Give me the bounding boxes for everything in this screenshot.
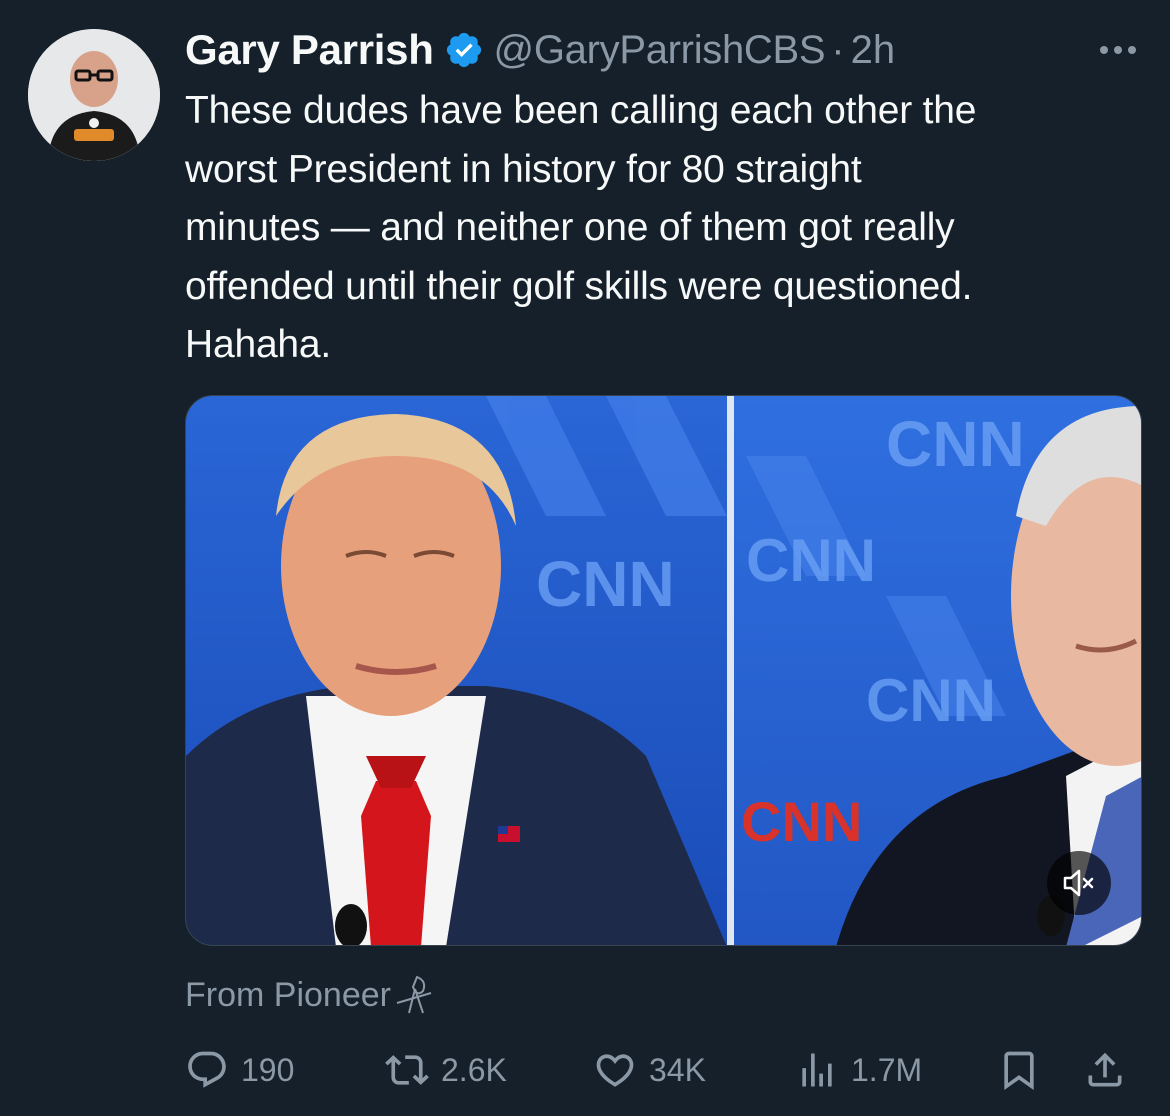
cnn-logo-text: CNN <box>746 527 876 594</box>
video-frame: CNN CNN CNN CNN CNN <box>186 396 1141 945</box>
views-chart-icon <box>802 1053 832 1087</box>
author-name[interactable]: Gary Parrish <box>185 26 434 74</box>
views-button[interactable]: 1.7M <box>795 1048 922 1092</box>
tweet-source[interactable]: From Pioneer <box>185 972 439 1018</box>
bookmark-button[interactable] <box>997 1048 1041 1092</box>
tweet-timestamp[interactable]: 2h <box>851 28 896 73</box>
more-horizontal-icon[interactable] <box>1096 28 1140 72</box>
tweet-video[interactable]: CNN CNN CNN CNN CNN <box>185 395 1142 946</box>
retweet-button[interactable]: 2.6K <box>385 1048 507 1092</box>
separator-dot: · <box>831 27 845 72</box>
profile-photo <box>28 29 160 161</box>
like-button[interactable]: 34K <box>593 1048 706 1092</box>
tweet-header: Gary Parrish @GaryParrishCBS · 2h <box>185 22 1142 78</box>
source-label: From Pioneer <box>185 975 391 1014</box>
volume-muted-icon[interactable] <box>1047 851 1111 915</box>
share-button[interactable] <box>1083 1048 1127 1092</box>
author-handle[interactable]: @GaryParrishCBS <box>494 28 826 73</box>
verified-badge-icon[interactable] <box>444 30 484 70</box>
reply-icon <box>188 1051 226 1088</box>
author-avatar[interactable] <box>28 29 160 161</box>
reply-count: 190 <box>241 1051 295 1088</box>
cnn-logo-text: CNN <box>741 790 862 853</box>
retweet-icon <box>385 1055 429 1085</box>
heart-icon <box>596 1054 634 1087</box>
tweet-text: These dudes have been calling each other… <box>185 89 977 366</box>
like-count: 34K <box>649 1051 706 1088</box>
cnn-logo-text: CNN <box>536 548 675 620</box>
cnn-logo-text: CNN <box>866 667 996 734</box>
pioneer-logo-icon <box>396 975 432 1014</box>
share-icon <box>1088 1052 1122 1087</box>
views-count: 1.7M <box>851 1051 923 1088</box>
bookmark-icon <box>1004 1051 1034 1091</box>
cnn-logo-text: CNN <box>886 408 1025 480</box>
reply-button[interactable]: 190 <box>185 1048 294 1092</box>
retweet-count: 2.6K <box>441 1051 507 1088</box>
tweet-actions: 190 2.6K 34K 1.7M <box>185 1040 1140 1100</box>
